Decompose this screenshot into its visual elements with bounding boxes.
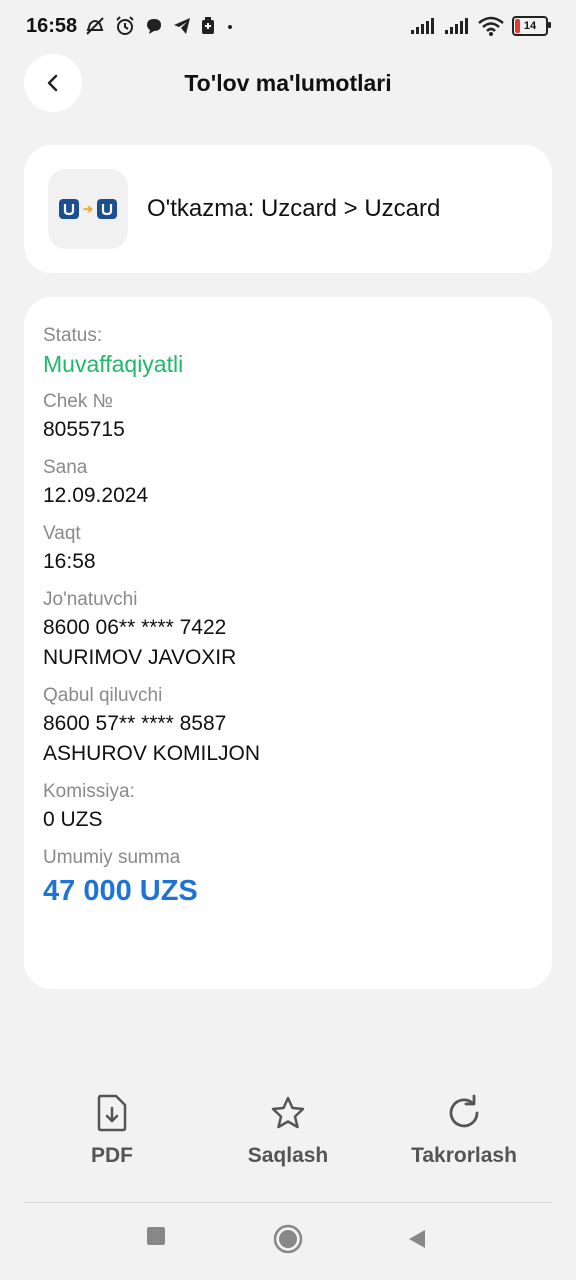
signal-icon bbox=[411, 18, 434, 34]
status-value: Muvaffaqiyatli bbox=[43, 351, 184, 377]
star-icon bbox=[271, 1096, 305, 1129]
date-row: Sana 12.09.2024 bbox=[43, 455, 533, 511]
receipt-label: Chek № bbox=[43, 391, 114, 412]
status-row: Status: Muvaffaqiyatli bbox=[43, 323, 533, 379]
page-title: To'lov ma'lumotlari bbox=[184, 70, 392, 96]
receipt-value: 8055715 bbox=[43, 418, 125, 441]
alarm-icon bbox=[116, 16, 134, 35]
receiver-card: 8600 57** **** 8587 bbox=[43, 712, 227, 735]
receiver-label: Qabul qiluvchi bbox=[43, 685, 163, 706]
signal-icon bbox=[445, 18, 468, 34]
home-button[interactable] bbox=[273, 1224, 303, 1259]
triangle-back-icon bbox=[409, 1230, 425, 1248]
pdf-button[interactable]: PDF bbox=[32, 1090, 192, 1168]
receiver-name: ASHUROV KOMILJON bbox=[43, 742, 261, 765]
pdf-label: PDF bbox=[91, 1144, 133, 1167]
battery-level: 14 bbox=[523, 20, 537, 32]
battery-saver-icon bbox=[202, 17, 214, 34]
fee-row: Komissiya: 0 UZS bbox=[43, 779, 533, 835]
recents-button[interactable] bbox=[146, 1226, 166, 1251]
action-bar: PDF Saqlash Takrorlash bbox=[0, 1090, 576, 1180]
time-label: Vaqt bbox=[43, 523, 81, 544]
pdf-download-icon bbox=[97, 1094, 127, 1132]
sender-name: NURIMOV JAVOXIR bbox=[43, 646, 237, 669]
date-value: 12.09.2024 bbox=[43, 484, 149, 507]
header: To'lov ma'lumotlari bbox=[0, 54, 576, 112]
dot-icon bbox=[228, 25, 232, 29]
transfer-title: O'tkazma: Uzcard > Uzcard bbox=[147, 195, 441, 222]
mute-icon bbox=[86, 17, 104, 35]
arrow-right-icon: ➔ bbox=[82, 202, 94, 216]
time-row: Vaqt 16:58 bbox=[43, 521, 533, 577]
time-value: 16:58 bbox=[43, 550, 96, 573]
date-label: Sana bbox=[43, 457, 88, 478]
uzcard-icon bbox=[58, 199, 79, 219]
repeat-label: Takrorlash bbox=[411, 1144, 517, 1167]
circle-icon bbox=[273, 1224, 303, 1254]
divider bbox=[24, 1202, 552, 1203]
uzcard-transfer-logo: ➔ bbox=[48, 169, 128, 249]
fee-label: Komissiya: bbox=[43, 781, 135, 802]
total-value: 47 000 UZS bbox=[43, 875, 198, 907]
square-icon bbox=[147, 1227, 165, 1245]
sender-label: Jo'natuvchi bbox=[43, 589, 138, 610]
telegram-icon bbox=[174, 18, 190, 34]
sender-card: 8600 06** **** 7422 bbox=[43, 616, 227, 639]
total-row: Umumiy summa 47 000 UZS bbox=[43, 845, 533, 911]
receiver-row: Qabul qiluvchi 8600 57** **** 8587 ASHUR… bbox=[43, 683, 533, 769]
status-bar: 16:58 14 bbox=[0, 0, 576, 56]
system-nav-bar bbox=[0, 1210, 576, 1280]
save-button[interactable]: Saqlash bbox=[208, 1090, 368, 1168]
fee-value: 0 UZS bbox=[43, 808, 103, 831]
uzcard-icon bbox=[97, 199, 118, 219]
transfer-card: ➔ O'tkazma: Uzcard > Uzcard bbox=[24, 145, 552, 273]
repeat-button[interactable]: Takrorlash bbox=[384, 1090, 544, 1168]
details-card: Status: Muvaffaqiyatli Chek № 8055715 Sa… bbox=[24, 297, 552, 989]
status-label: Status: bbox=[43, 325, 103, 346]
status-time: 16:58 bbox=[26, 15, 78, 37]
sender-row: Jo'natuvchi 8600 06** **** 7422 NURIMOV … bbox=[43, 587, 533, 673]
receipt-row: Chek № 8055715 bbox=[43, 389, 533, 445]
wifi-icon bbox=[478, 16, 504, 36]
back-nav-button[interactable] bbox=[406, 1228, 428, 1255]
battery-icon: 14 bbox=[512, 16, 551, 36]
total-label: Umumiy summa bbox=[43, 847, 181, 868]
chat-icon bbox=[147, 19, 161, 34]
save-label: Saqlash bbox=[247, 1144, 329, 1167]
refresh-icon bbox=[449, 1094, 479, 1128]
